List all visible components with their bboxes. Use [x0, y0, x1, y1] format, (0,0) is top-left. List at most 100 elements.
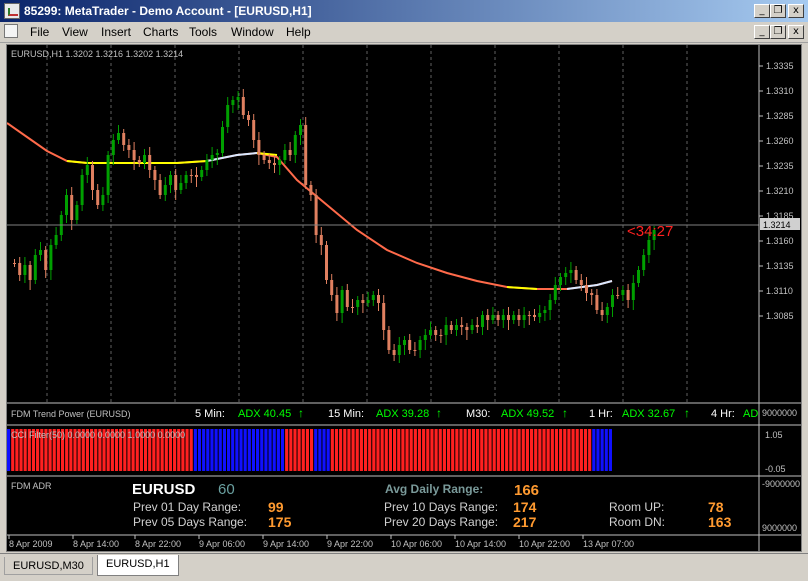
candle-body [111, 140, 115, 155]
app-icon [4, 3, 20, 19]
close-button[interactable]: x [788, 4, 804, 18]
candle-body [543, 310, 547, 313]
cci-bar [372, 429, 376, 471]
adr-room-dn-value: 163 [708, 514, 732, 530]
cci-bar [546, 429, 550, 471]
trend-tf-1hr: 1 Hr: [589, 408, 613, 420]
candle-body [221, 127, 224, 153]
cci-bar [334, 429, 339, 471]
cci-bar [496, 429, 500, 471]
cci-bar [260, 429, 264, 471]
cci-bar [239, 429, 243, 471]
doc-minimize-button[interactable]: _ [754, 25, 770, 39]
menu-view[interactable]: View [62, 25, 88, 39]
price-tick-label: 1.3335 [766, 61, 794, 71]
candle-body [371, 295, 375, 300]
trend-adx-1hr: ADX 32.67 [622, 408, 675, 420]
time-axis: 8 Apr 2009 8 Apr 14:00 8 Apr 22:00 9 Apr 06… [8, 535, 634, 549]
tab-eurusd-m30[interactable]: EURUSD,M30 [4, 557, 93, 575]
cci-bar [476, 429, 480, 471]
candle-body [65, 195, 68, 215]
menu-charts[interactable]: Charts [143, 25, 178, 39]
cci-bar [231, 429, 235, 471]
price-tick-label: 1.3135 [766, 261, 794, 271]
cci-bar [600, 429, 604, 471]
candle-body [39, 250, 42, 255]
candle-body [91, 165, 94, 190]
candle-body [538, 313, 542, 317]
candle-body [522, 315, 526, 320]
tab-eurusd-h1[interactable]: EURUSD,H1 [97, 555, 179, 576]
adr-prev20-value: 217 [513, 514, 537, 530]
candle-body [96, 190, 100, 205]
cci-bar [583, 429, 588, 471]
candle-body [153, 170, 157, 180]
cci-bar [405, 429, 409, 471]
menu-file[interactable]: File [30, 25, 49, 39]
candle-body [423, 335, 427, 340]
cci-bar [559, 429, 563, 471]
cci-bar [297, 429, 301, 471]
adr-room-dn-label: Room DN: [609, 515, 665, 529]
candle-body [257, 140, 261, 155]
cci-bar [318, 429, 322, 471]
window-title: 85299: MetaTrader - Demo Account - [EURU… [24, 4, 312, 18]
cci-bar [268, 429, 272, 471]
candle-body [486, 315, 490, 320]
menu-help[interactable]: Help [286, 25, 311, 39]
time-tick-label: 9 Apr 14:00 [263, 539, 309, 549]
cci-bar [376, 429, 380, 471]
adr-prev05-value: 175 [268, 514, 292, 530]
candle-body [496, 315, 500, 320]
chart-window[interactable]: EURUSD,H1 1.3202 1.3216 1.3202 1.3214 <3… [6, 44, 802, 552]
candle-body [252, 120, 256, 140]
candle-body [54, 235, 58, 245]
adr-room-up-label: Room UP: [609, 500, 664, 514]
doc-close-button[interactable]: x [788, 25, 804, 39]
candle-body [278, 160, 282, 165]
cci-bar [467, 429, 471, 471]
candle-body [101, 195, 105, 205]
chart-canvas[interactable]: EURUSD,H1 1.3202 1.3216 1.3202 1.3214 <3… [7, 45, 801, 551]
cci-bar [343, 429, 347, 471]
candle-body [195, 175, 198, 177]
price-tick-label: 1.3260 [766, 136, 794, 146]
cci-bar [554, 429, 559, 471]
candle-body [377, 295, 380, 303]
candle-body [460, 325, 464, 327]
adr-prev20-label: Prev 20 Days Range: [384, 515, 498, 529]
menu-insert[interactable]: Insert [101, 25, 131, 39]
cci-bar [243, 429, 247, 471]
adr-scale-bottom: 9000000 [762, 523, 797, 533]
cci-bar [264, 429, 268, 471]
doc-restore-button[interactable]: ❐ [770, 25, 786, 39]
cci-bar [451, 429, 455, 471]
candle-body [200, 170, 204, 177]
title-bar[interactable]: 85299: MetaTrader - Demo Account - [EURU… [0, 0, 808, 22]
up-arrow-icon: ↑ [562, 406, 568, 420]
candle-body [163, 185, 167, 195]
candle-body [288, 150, 292, 155]
document-icon[interactable] [4, 24, 18, 38]
cci-bar [214, 429, 218, 471]
candle-body [75, 205, 79, 220]
cci-bar [442, 429, 446, 471]
minimize-button[interactable]: _ [754, 4, 770, 18]
cci-bar [322, 429, 326, 471]
candle-body [642, 255, 646, 270]
cci-bar [251, 429, 256, 471]
candle-body [314, 195, 318, 235]
candle-body [413, 350, 417, 351]
candle-body [564, 273, 568, 277]
menu-tools[interactable]: Tools [189, 25, 217, 39]
time-tick-label: 10 Apr 14:00 [455, 539, 506, 549]
candle-body [548, 300, 552, 310]
restore-button[interactable]: ❐ [770, 4, 786, 18]
menu-window[interactable]: Window [231, 25, 274, 39]
candle-body [189, 175, 193, 176]
candle-body [122, 133, 126, 145]
adr-scale-top: -9000000 [762, 479, 800, 489]
adr-room-up-value: 78 [708, 499, 724, 515]
adr-avg-label: Avg Daily Range: [385, 482, 483, 496]
cci-bar [293, 429, 297, 471]
